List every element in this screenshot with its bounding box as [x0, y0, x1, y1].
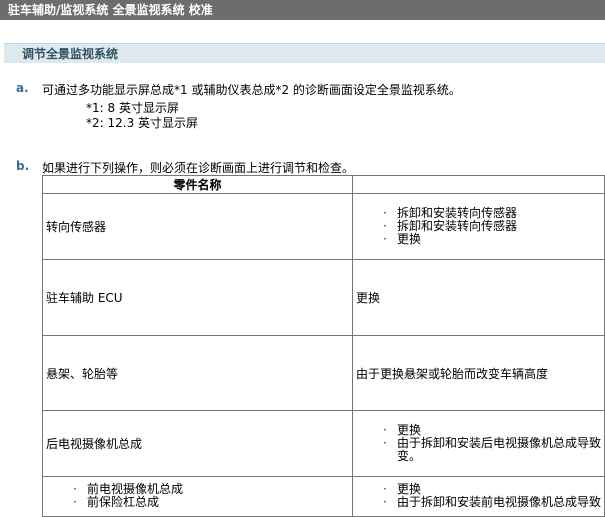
part-cell: 前电视摄像机总成 前保险杠总成 [42, 476, 353, 517]
part-cell: 后电视摄像机总成 [42, 410, 353, 477]
column-header-part-name: 零件名称 [42, 175, 353, 194]
table-row: 驻车辅助 ECU 更换 [42, 259, 605, 336]
step-a-note-2: *2: 12.3 英寸显示屏 [86, 116, 199, 130]
table-row: 悬架、轮胎等 由于更换悬架或轮胎而改变车辆高度 [42, 335, 605, 411]
parts-table: 零件名称 转向传感器 拆卸和安装转向传感器 拆卸和安装转向传感器 更换 驻车辅助… [42, 175, 605, 517]
operation-item: 更换 [353, 233, 601, 247]
operation-item: 由于拆卸和安装后电视摄像机总成导致 [353, 437, 601, 451]
operation-cell: 由于更换悬架或轮胎而改变车辆高度 [351, 335, 605, 411]
table-row: 前电视摄像机总成 前保险杠总成 更换 由于拆卸和安装前电视摄像机总成导致 [42, 476, 605, 517]
operation-item: 拆卸和安装转向传感器 [353, 220, 601, 234]
part-cell: 转向传感器 [42, 193, 353, 260]
operation-cell: 拆卸和安装转向传感器 拆卸和安装转向传感器 更换 [351, 193, 605, 260]
page-header-title: 驻车辅助/监视系统 全景监视系统 校准 [0, 0, 605, 20]
part-cell: 驻车辅助 ECU [42, 259, 353, 336]
section-title: 调节全景监视系统 [4, 43, 605, 63]
operation-cell: 更换 [351, 259, 605, 336]
step-b-text: 如果进行下列操作，则必须在诊断画面上进行调节和检查。 [42, 161, 355, 175]
part-cell: 悬架、轮胎等 [42, 335, 353, 411]
operation-cell: 更换 由于拆卸和安装前电视摄像机总成导致 [351, 476, 605, 517]
table-row: 后电视摄像机总成 更换 由于拆卸和安装后电视摄像机总成导致 变。 [42, 410, 605, 477]
part-item: 前保险杠总成 [43, 496, 348, 510]
operation-item-continuation: 变。 [396, 449, 421, 463]
step-a-letter: a. [16, 81, 29, 95]
table-row: 转向传感器 拆卸和安装转向传感器 拆卸和安装转向传感器 更换 [42, 193, 605, 260]
step-b-letter: b. [16, 159, 30, 173]
column-header-operation [351, 175, 605, 194]
operation-cell: 更换 由于拆卸和安装后电视摄像机总成导致 变。 [351, 410, 605, 477]
operation-item: 由于拆卸和安装前电视摄像机总成导致 [353, 496, 601, 510]
step-a-text: 可通过多功能显示屏总成*1 或辅助仪表总成*2 的诊断画面设定全景监视系统。 [42, 83, 461, 97]
table-header-row: 零件名称 [42, 175, 605, 194]
